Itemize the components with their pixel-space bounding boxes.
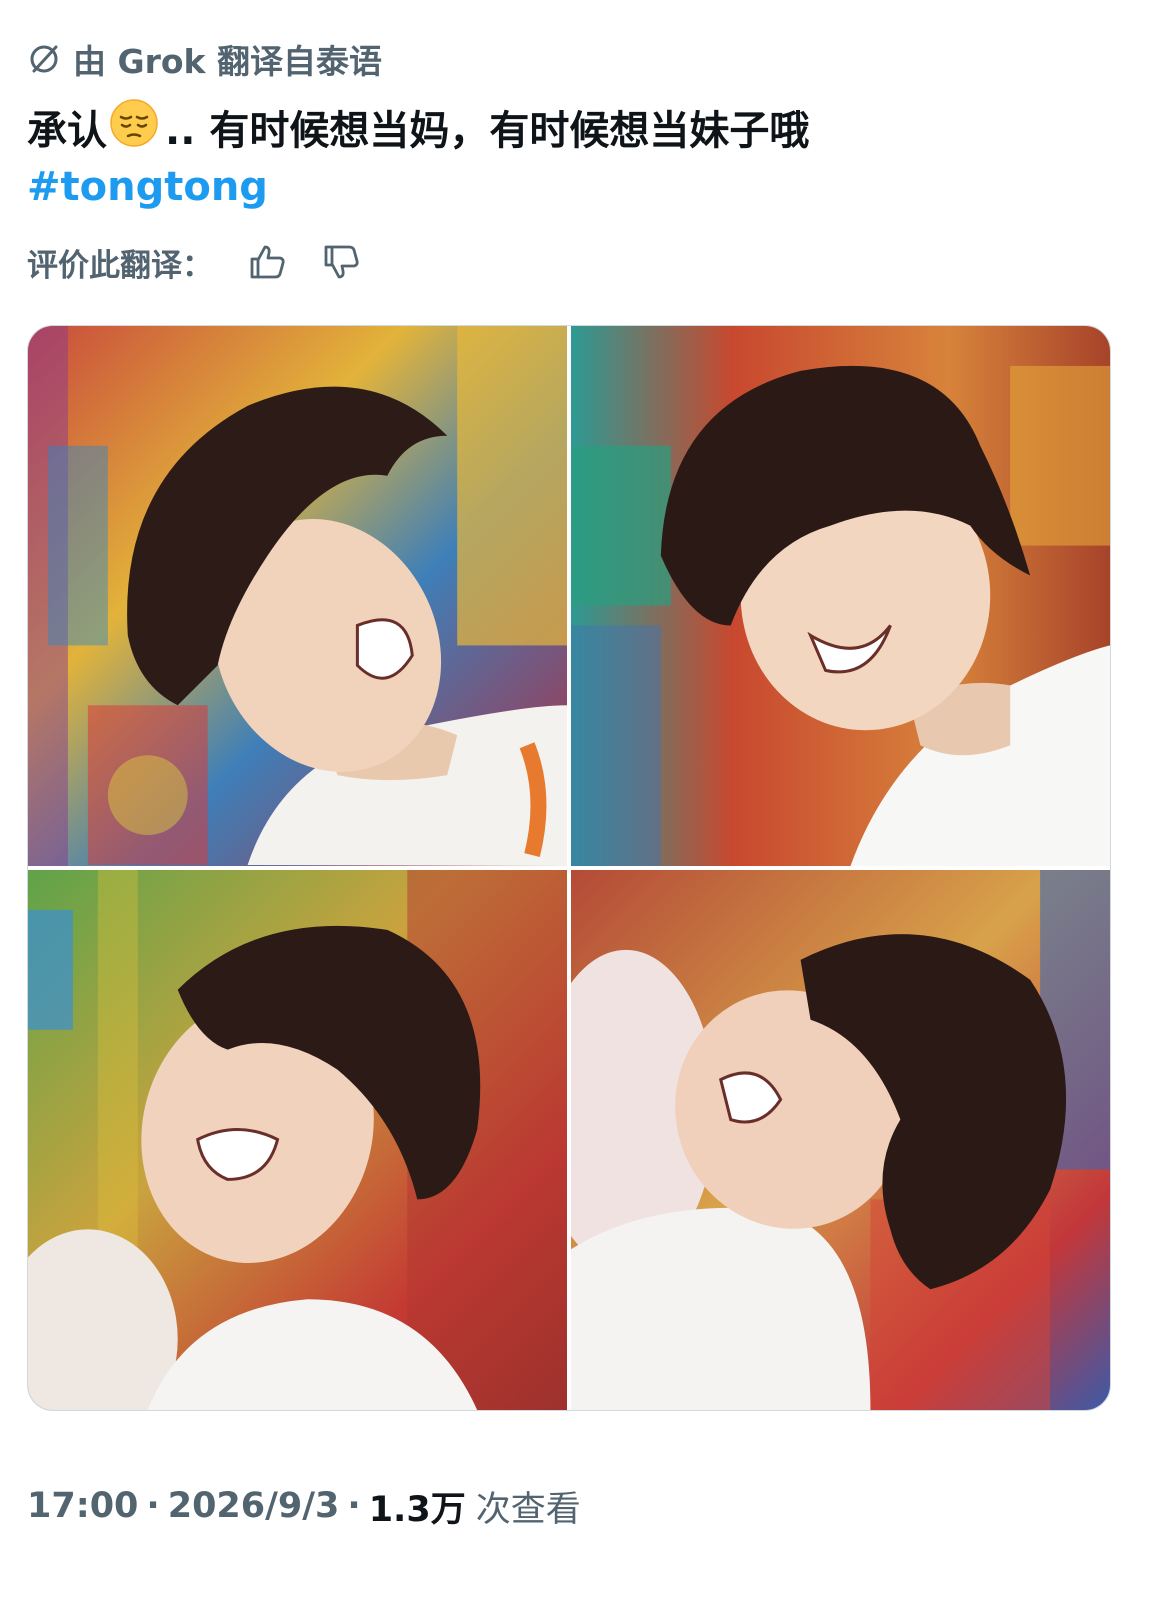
post-date[interactable]: 2026/9/3 [168,1486,340,1526]
translation-attribution: 由 Grok 翻译自泰语 [27,36,382,82]
photo-bottom-right[interactable] [571,870,1110,1410]
no-entry-icon [27,42,61,76]
pensive-face-emoji [109,98,159,162]
separator-dot: · [347,1486,361,1526]
media-grid [27,325,1111,1411]
post-text: 承认 .. 有时候想当妈，有时候想当妹子哦 [27,98,809,168]
photo-top-left[interactable] [28,326,567,866]
hashtag-link[interactable]: #tongtong [27,160,268,214]
thumbs-down-icon[interactable] [315,238,367,286]
photo-top-right[interactable] [571,326,1110,866]
post-text-end: .. 有时候想当妈，有时候想当妹子哦 [165,108,810,154]
view-count-label: 次查看 [475,1489,581,1530]
post-metadata: 17:00 · 2026/9/3 · 1.3万 次查看 [27,1480,581,1532]
view-count: 1.3万 [368,1489,466,1530]
thumbs-up-icon[interactable] [241,238,293,286]
separator-dot: · [146,1486,160,1526]
post-time[interactable]: 17:00 [27,1486,138,1526]
post-text-start: 承认 [27,108,107,154]
translation-label: 由 Grok 翻译自泰语 [73,42,382,81]
rate-translation: 评价此翻译： [27,238,389,286]
photo-bottom-left[interactable] [28,870,567,1410]
rate-translation-label: 评价此翻译： [27,247,213,284]
